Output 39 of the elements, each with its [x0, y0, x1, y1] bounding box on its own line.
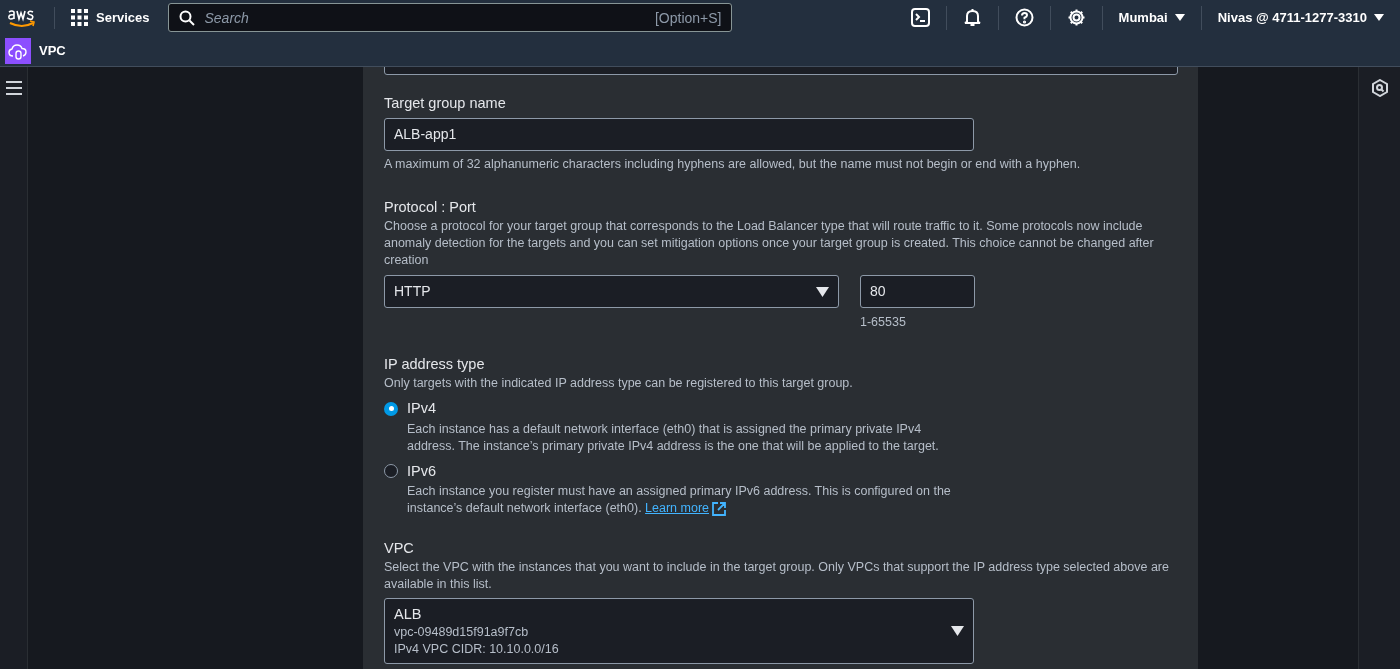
field-label: VPC: [384, 539, 415, 559]
settings-icon[interactable]: [1066, 8, 1086, 27]
field-label: Target group name: [384, 94, 507, 113]
region-menu[interactable]: Mumbai: [1118, 7, 1185, 28]
caret-icon: [1374, 13, 1384, 22]
search-icon: [178, 10, 195, 26]
port-hint: 1-65535: [860, 314, 907, 331]
field-label: IP address type: [384, 354, 486, 374]
account-menu[interactable]: Nivas @ 4711-1277-3310: [1217, 7, 1384, 28]
vpc-dropdown[interactable]: ALB vpc-09489d15f91a9f7cb IPv4 VPC CIDR: 10.10.0.0/16: [384, 598, 974, 665]
field-label: Protocol : Port: [384, 198, 477, 217]
help-icon[interactable]: [1014, 8, 1034, 27]
vpc-cloud-icon[interactable]: [5, 37, 31, 64]
radio-button[interactable]: [384, 401, 398, 416]
field-hint: A maximum of 32 alphanumeric characters including hyphens are allowed, but the name must not begin or end with a hyphen.: [384, 156, 1082, 173]
protocol-dropdown[interactable]: HTTP: [384, 275, 839, 308]
learn-more-link[interactable]: Learn more: [645, 500, 727, 518]
radio-label[interactable]: IPv4: [407, 397, 436, 420]
caret-icon: [1174, 13, 1185, 22]
keyboard-shortcut: [Option+S]: [654, 9, 722, 28]
menu-icon[interactable]: [5, 81, 22, 95]
grid-icon: [71, 9, 88, 26]
port-input[interactable]: 80: [860, 275, 975, 308]
services-menu[interactable]: Services: [71, 7, 150, 28]
radio-label[interactable]: IPv6: [407, 460, 436, 483]
external-link-icon: [712, 501, 727, 516]
option-description: Each instance has a default network interface (eth0) that is assigned the primary private IPv4 address. The instance’s primary private IPv4 address is the one that will be applied to the target.: [407, 420, 940, 455]
service-name[interactable]: VPC: [39, 40, 66, 61]
target-group-name-input[interactable]: ALB-app1: [384, 118, 974, 151]
hexagon-icon[interactable]: [1370, 79, 1389, 97]
field-description: Only targets with the indicated IP address type can be registered to this target group.: [384, 374, 854, 392]
option-description: Each instance you register must have an assigned primary IPv6 address. This is configured on the instance’s default network interface (eth0). Learn more: [407, 483, 952, 518]
field-description: Choose a protocol for your target group that corresponds to the Load Balancer type that will route traffic to it. Some protocols now include anomaly detection for the targets and you can set mitigation options once your target group is created. This choice cannot be changed after creation: [384, 218, 1155, 269]
caret-icon: [816, 286, 829, 297]
radio-button[interactable]: [384, 464, 398, 479]
field-description: Select the VPC with the instances that you want to include in the target group. Only VPCs that support the IP address type selected above are available in this list.: [384, 559, 1170, 594]
bell-icon[interactable]: [962, 8, 982, 27]
terminal-icon[interactable]: [910, 8, 930, 27]
caret-icon: [951, 626, 964, 637]
